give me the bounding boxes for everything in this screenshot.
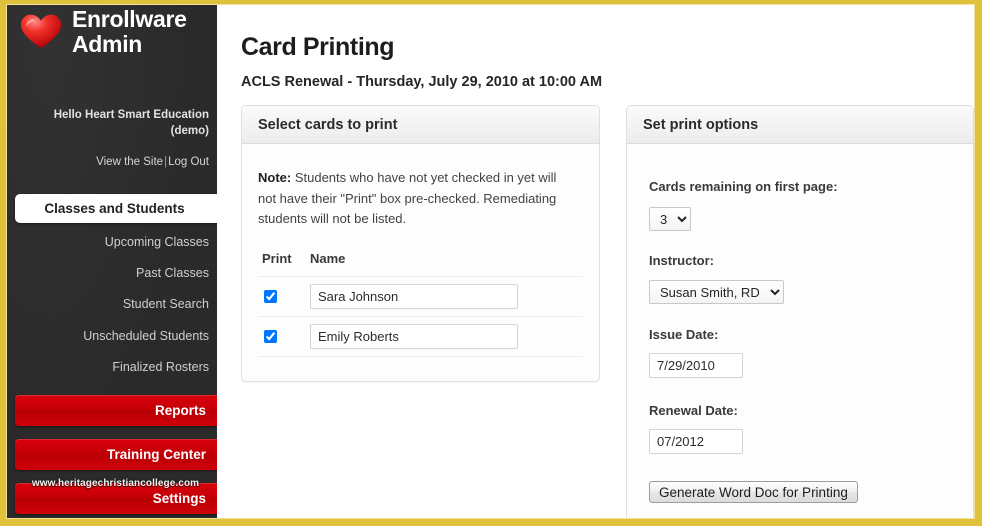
- sidebar-item-finalized-rosters[interactable]: Finalized Rosters: [14, 360, 209, 374]
- greeting-text: Hello Heart Smart Education (demo): [14, 107, 209, 139]
- main-content: Card Printing ACLS Renewal - Thursday, J…: [217, 4, 975, 519]
- cards-remaining-select[interactable]: 3: [649, 207, 691, 231]
- name-cell: [310, 316, 583, 357]
- sidebar-item-unscheduled-students[interactable]: Unscheduled Students: [14, 329, 209, 343]
- select-cards-panel-header: Select cards to print: [242, 106, 599, 144]
- renewal-date-label: Renewal Date:: [649, 403, 738, 418]
- sidebar-item-upcoming-classes[interactable]: Upcoming Classes: [14, 235, 209, 249]
- sidebar-button-training-center[interactable]: Training Center: [15, 439, 217, 470]
- print-options-panel: Set print options Cards remaining on fir…: [626, 105, 974, 519]
- page-subtitle: ACLS Renewal - Thursday, July 29, 2010 a…: [241, 74, 603, 90]
- greeting-line2: (demo): [170, 125, 209, 137]
- renewal-date-input[interactable]: [649, 429, 743, 454]
- page-title: Card Printing: [241, 33, 395, 61]
- print-note: Note: Students who have not yet checked …: [258, 168, 574, 230]
- print-cell: [258, 276, 310, 317]
- greeting-line1: Hello Heart Smart Education: [53, 109, 209, 121]
- name-input-row-1[interactable]: [310, 324, 518, 349]
- brand-title: Enrollware Admin: [72, 7, 212, 57]
- print-checkbox-row-1[interactable]: [264, 329, 277, 343]
- sidebar-button-settings[interactable]: Settings: [15, 483, 217, 514]
- table-header-row: Print Name: [258, 251, 583, 277]
- column-header-print: Print: [262, 251, 292, 266]
- browser-page: Enrollware Admin Hello Heart Smart Educa…: [0, 0, 982, 526]
- print-options-panel-header: Set print options: [627, 106, 973, 144]
- select-cards-panel: Select cards to print Note: Students who…: [241, 105, 600, 382]
- generate-word-doc-button[interactable]: Generate Word Doc for Printing: [649, 481, 858, 503]
- print-cell: [258, 316, 310, 357]
- print-note-label: Note:: [258, 170, 292, 185]
- print-checkbox-row-0[interactable]: [264, 289, 277, 303]
- name-cell: [310, 276, 583, 317]
- sidebar: Enrollware Admin Hello Heart Smart Educa…: [6, 4, 217, 519]
- cards-table: Print Name: [258, 251, 583, 357]
- logout-link[interactable]: Log Out: [168, 156, 209, 168]
- instructor-label: Instructor:: [649, 253, 714, 268]
- table-row: [258, 316, 583, 357]
- view-site-link[interactable]: View the Site: [96, 156, 163, 168]
- brand-title-line2: Admin: [72, 31, 143, 57]
- issue-date-label: Issue Date:: [649, 327, 719, 342]
- name-input-row-0[interactable]: [310, 284, 518, 309]
- instructor-select[interactable]: Susan Smith, RD: [649, 280, 784, 304]
- column-header-name: Name: [310, 251, 346, 266]
- sidebar-item-classes-and-students[interactable]: Classes and Students: [15, 194, 217, 223]
- print-note-text: Students who have not yet checked in yet…: [258, 170, 557, 226]
- page-inner: Enrollware Admin Hello Heart Smart Educa…: [6, 4, 975, 519]
- brand-header: Enrollware Admin: [6, 4, 217, 70]
- sidebar-item-student-search[interactable]: Student Search: [14, 297, 209, 311]
- issue-date-input[interactable]: [649, 353, 743, 378]
- cards-remaining-label: Cards remaining on first page:: [649, 179, 838, 194]
- sidebar-button-reports[interactable]: Reports: [15, 395, 217, 426]
- site-links: View the Site|Log Out: [14, 156, 209, 168]
- brand-title-line1: Enrollware: [72, 6, 187, 32]
- heart-icon: [19, 11, 63, 51]
- sidebar-item-past-classes[interactable]: Past Classes: [14, 266, 209, 280]
- table-row: [258, 276, 583, 317]
